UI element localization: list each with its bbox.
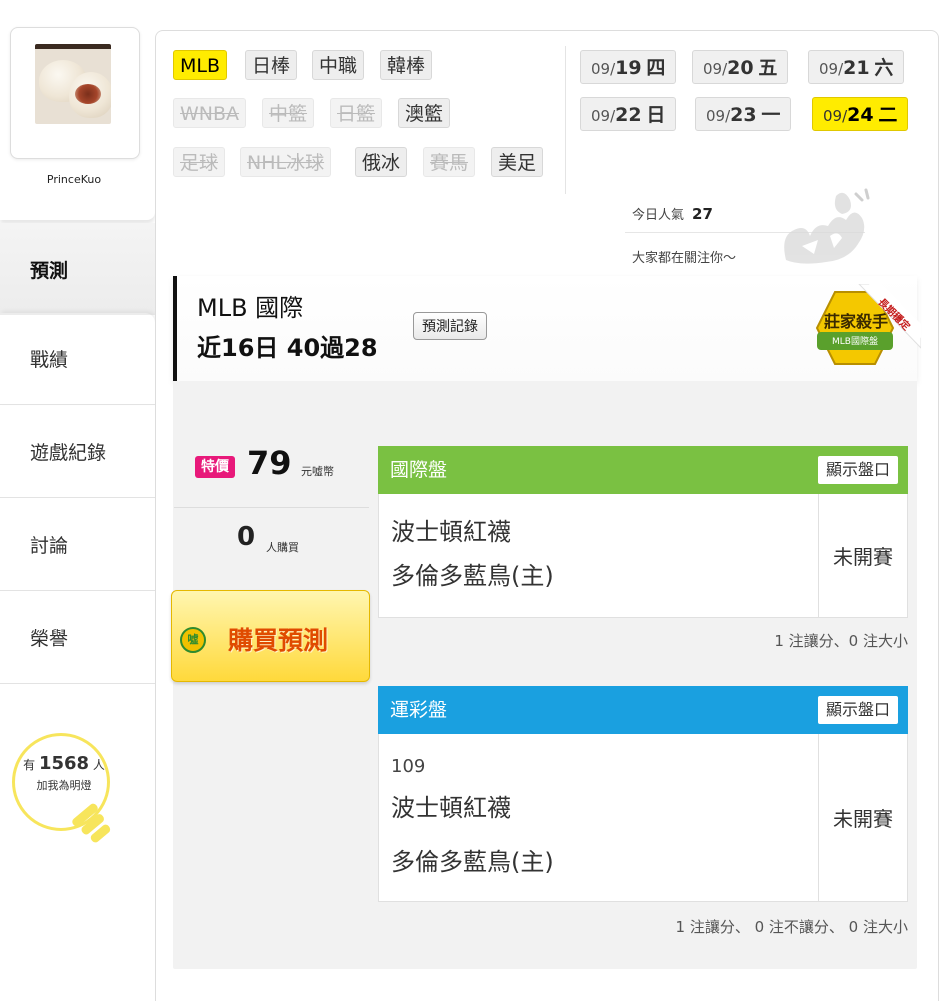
bet-summary: 1 注讓分、 0 注不讓分、 0 注大小 [675, 918, 908, 936]
card-header: 運彩盤 顯示盤口 [378, 686, 908, 734]
game-number: 109 [391, 756, 426, 777]
prediction-stats-banner: MLB 國際 近16日 40過28 預測記錄 莊家殺手 MLB國際盤 長期穩定 [173, 276, 922, 381]
banker-killer-badge: 莊家殺手 MLB國際盤 長期穩定 [789, 283, 922, 374]
sport-tag-wnba: WNBA [173, 98, 247, 128]
badge-subtitle: MLB國際盤 [832, 337, 878, 347]
coin-icon: 噓 [180, 627, 206, 653]
league-title: MLB 國際 [197, 294, 304, 322]
badge-title: 莊家殺手 [823, 312, 888, 331]
show-odds-button[interactable]: 顯示盤口 [817, 696, 898, 724]
sidebar-item-record[interactable]: 戰績 [0, 313, 155, 405]
buyer-count-unit: 人購買 [266, 541, 299, 554]
away-team: 波士頓紅襪 [391, 518, 511, 546]
bet-summary: 1 注讓分、0 注大小 [774, 632, 908, 650]
username[interactable]: PrinceKuo [10, 173, 138, 186]
date-tab-0919[interactable]: 09/19 四 [580, 50, 677, 84]
odds-card-sports-lottery: 運彩盤 顯示盤口 109 波士頓紅襪 多倫多藍鳥(主) 未開賽 [378, 686, 908, 902]
home-team: 多倫多藍鳥(主) [391, 562, 554, 590]
sidebar-item-honors[interactable]: 榮譽 [0, 592, 155, 684]
buy-prediction-button[interactable]: 噓 購買預測 [171, 590, 370, 682]
sport-tag-horse: 賽馬 [423, 147, 476, 177]
price-unit: 元噓幣 [301, 465, 334, 478]
fan-count: 有 1568 人 [23, 753, 105, 774]
sidebar-item-label: 討論 [30, 535, 69, 557]
game-status: 未開賽 [818, 734, 907, 901]
sport-tag-mlb[interactable]: MLB [173, 50, 228, 80]
buyer-count: 0 [237, 522, 256, 552]
card-header: 國際盤 顯示盤口 [378, 446, 908, 494]
card-title: 運彩盤 [390, 699, 448, 721]
sport-tag-nbl[interactable]: 澳籃 [398, 98, 451, 128]
price-divider [174, 507, 369, 508]
sport-tag-kbo[interactable]: 韓棒 [380, 50, 433, 80]
sidebar-item-game-history[interactable]: 遊戲紀錄 [0, 406, 155, 498]
date-tab-0922[interactable]: 09/22 日 [580, 97, 677, 131]
card-body: 109 波士頓紅襪 多倫多藍鳥(主) 未開賽 [378, 734, 908, 902]
sport-tag-cpbl[interactable]: 中職 [312, 50, 365, 80]
card-body: 波士頓紅襪 多倫多藍鳥(主) 未開賽 [378, 494, 908, 618]
date-tab-0924[interactable]: 09/24 二 [812, 97, 909, 131]
sport-tag-soccer: 足球 [173, 147, 226, 177]
bun-filling-image [75, 84, 101, 104]
show-odds-button[interactable]: 顯示盤口 [817, 456, 898, 484]
sport-tag-jbl: 日籃 [330, 98, 383, 128]
buy-prediction-label: 購買預測 [228, 626, 329, 655]
date-tab-0921[interactable]: 09/21 六 [808, 50, 905, 84]
away-team: 波士頓紅襪 [391, 794, 511, 822]
sidebar-item-label: 榮譽 [30, 628, 69, 650]
odds-card-international: 國際盤 顯示盤口 波士頓紅襪 多倫多藍鳥(主) 未開賽 [378, 446, 908, 618]
sidebar-shadow [0, 205, 155, 220]
fan-lightbulb[interactable]: 有 1568 人 加我為明燈 [8, 733, 118, 853]
filter-divider [565, 46, 566, 194]
sport-tag-nfl[interactable]: 美足 [491, 147, 544, 177]
sport-tag-cba: 中籃 [262, 98, 315, 128]
special-price-badge: 特價 [195, 456, 235, 478]
sport-tag-npb[interactable]: 日棒 [245, 50, 298, 80]
mascot-watermark-icon [784, 188, 870, 264]
popularity-note: 大家都在關注你～ [632, 251, 737, 266]
recent-record: 近16日 40過28 [197, 334, 378, 362]
sidebar-item-label: 預測 [30, 259, 69, 282]
game-status: 未開賽 [818, 494, 907, 617]
date-tab-0923[interactable]: 09/23 一 [695, 97, 792, 131]
lightbulb-base-icon [72, 803, 111, 843]
avatar-card[interactable] [10, 27, 140, 159]
sport-tag-khl[interactable]: 俄冰 [355, 147, 408, 177]
date-tab-0920[interactable]: 09/20 五 [692, 50, 789, 84]
popularity-stat: 今日人氣 27 [632, 205, 713, 223]
prediction-record-button[interactable]: 預測記錄 [413, 312, 487, 340]
fan-note: 加我為明燈 [36, 779, 92, 792]
sidebar-item-label: 遊戲紀錄 [30, 442, 107, 464]
sidebar-item-discussion[interactable]: 討論 [0, 499, 155, 591]
sidebar-item-predictions[interactable]: 預測 [0, 223, 155, 315]
sport-tag-nhl: NHL冰球 [240, 147, 332, 177]
avatar[interactable] [35, 44, 111, 124]
card-title: 國際盤 [390, 459, 448, 481]
home-team: 多倫多藍鳥(主) [391, 848, 554, 876]
price-value: 79 [247, 444, 292, 482]
sidebar-item-label: 戰績 [30, 349, 69, 371]
